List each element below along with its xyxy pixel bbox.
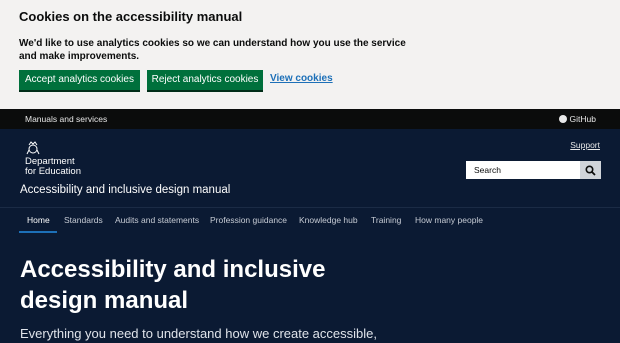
github-link[interactable]: GitHub [558, 114, 596, 124]
cookie-banner-title: Cookies on the accessibility manual [19, 9, 243, 24]
page-title: Accessibility and inclusive design manua… [20, 256, 326, 314]
github-label: GitHub [569, 114, 596, 124]
nav-knowledge-hub[interactable]: Knowledge hub [299, 215, 358, 225]
search-form: Search [466, 161, 601, 179]
nav-how-many-people[interactable]: How many people [415, 215, 483, 225]
nav-profession-guidance[interactable]: Profession guidance [210, 215, 287, 225]
department-logo-text[interactable]: Department for Education [25, 157, 81, 177]
manuals-and-services-link[interactable]: Manuals and services [25, 114, 107, 124]
nav-home[interactable]: Home [27, 215, 50, 225]
royal-crest-icon [26, 141, 40, 155]
support-link[interactable]: Support [570, 140, 600, 150]
nav-training[interactable]: Training [371, 215, 401, 225]
top-strip: Manuals and services GitHub [0, 109, 620, 129]
primary-navigation: Home Standards Audits and statements Pro… [0, 207, 620, 234]
nav-standards[interactable]: Standards [64, 215, 103, 225]
manual-title-link[interactable]: Accessibility and inclusive design manua… [20, 184, 230, 196]
magnifier-icon [585, 164, 596, 176]
search-button[interactable] [580, 161, 601, 179]
site-header: Department for Education Accessibility a… [0, 129, 620, 207]
view-cookies-link[interactable]: View cookies [270, 73, 333, 84]
accept-cookies-button[interactable]: Accept analytics cookies [19, 70, 140, 90]
department-line-2: for Education [25, 166, 81, 177]
nav-active-indicator [19, 231, 57, 233]
hero-lead-text: Everything you need to understand how we… [20, 326, 377, 341]
cookie-banner: Cookies on the accessibility manual We'd… [0, 0, 620, 109]
nav-audits-and-statements[interactable]: Audits and statements [115, 215, 199, 225]
search-input[interactable]: Search [466, 161, 580, 179]
cookie-banner-text: We'd like to use analytics cookies so we… [19, 38, 406, 62]
github-icon [558, 115, 567, 123]
reject-cookies-button[interactable]: Reject analytics cookies [147, 70, 263, 90]
